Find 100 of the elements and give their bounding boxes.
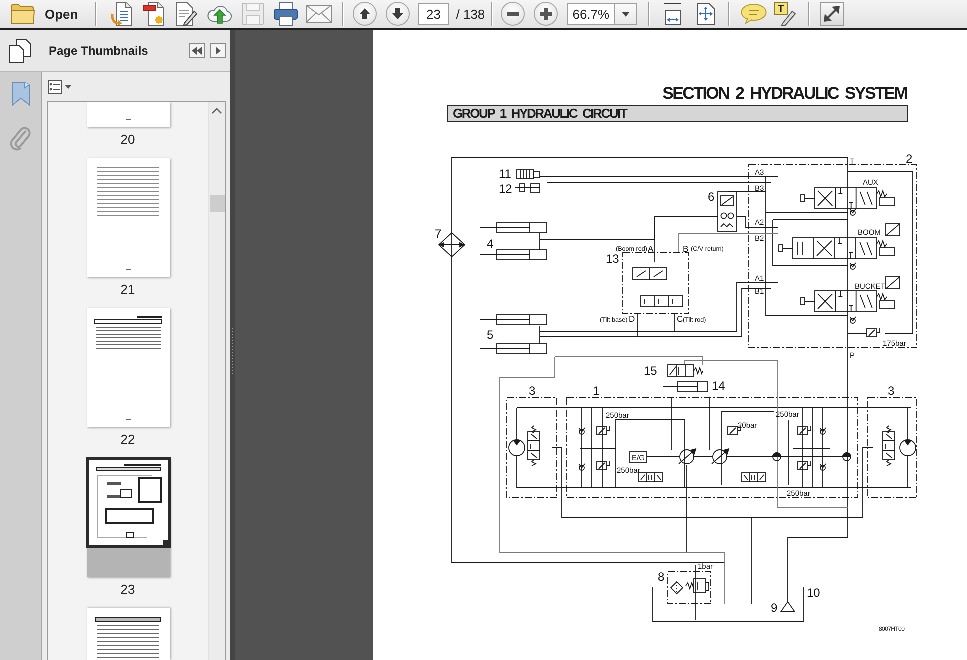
group-heading: GROUP 1 HYDRAULIC CIRCUIT — [447, 105, 908, 122]
motor-symbol — [900, 440, 916, 456]
page-number-field[interactable]: 23 — [418, 3, 450, 25]
part-number: 3 — [888, 384, 895, 398]
part-number: 2 — [906, 152, 913, 166]
valve-symbol — [638, 472, 664, 482]
port-label: B — [683, 244, 689, 254]
triangle-symbol — [780, 601, 796, 612]
list-icon — [48, 80, 62, 94]
page-width-arrows-icon — [664, 3, 682, 25]
down-arrow-icon — [392, 8, 404, 20]
panel-button[interactable] — [210, 43, 226, 58]
pump-symbol — [842, 452, 852, 462]
folder-icon — [11, 4, 35, 24]
document-gear-icon — [143, 2, 166, 26]
toolbar-button[interactable] — [695, 2, 718, 26]
hydraulic-cylinder — [480, 344, 548, 354]
relief-valve-symbol — [798, 460, 812, 470]
printer-icon — [274, 2, 298, 26]
toolbar-button[interactable] — [662, 2, 684, 26]
valve-symbol — [514, 184, 540, 194]
panel-button[interactable] — [189, 43, 205, 58]
zoom-field[interactable]: 66.7% — [567, 3, 616, 25]
part-number: 15 — [644, 364, 658, 378]
print-button[interactable] — [274, 2, 298, 26]
hydraulic-cylinder — [480, 222, 548, 234]
caret-icon — [622, 12, 630, 16]
part-number: 5 — [487, 328, 494, 342]
zoom-dropdown-button[interactable] — [615, 3, 638, 25]
zoom-in-button[interactable] — [534, 2, 558, 26]
toolbar-button[interactable] — [109, 2, 134, 26]
open-button[interactable]: Open — [8, 2, 82, 26]
part-number: 8 — [658, 570, 665, 584]
pump-symbol — [772, 452, 782, 462]
part-number: 7 — [435, 227, 442, 241]
page-arrows-icon — [697, 3, 716, 25]
hydraulic-cylinder — [662, 382, 708, 392]
part-number: 12 — [499, 182, 512, 196]
toolbar-button[interactable] — [175, 2, 200, 26]
page-thumbnail[interactable] — [86, 102, 170, 127]
zoom-out-button[interactable] — [501, 2, 526, 26]
check-valve-symbol — [578, 428, 586, 435]
scrollbar-thumb[interactable] — [210, 195, 224, 212]
page-count: / 138 — [456, 6, 486, 22]
relief-valve-symbol — [596, 426, 610, 436]
page-number-label: 20 — [120, 131, 136, 149]
valve-symbol — [668, 364, 704, 378]
variable-pump-symbol — [678, 448, 697, 464]
part-number: 3 — [529, 384, 536, 398]
check-valve-symbol — [820, 464, 826, 471]
expand-arrows-icon — [824, 6, 840, 22]
page-number-label: 23 — [120, 581, 136, 599]
speech-bubble-icon — [741, 4, 768, 24]
valve-symbol — [632, 268, 668, 280]
comment-button[interactable] — [741, 2, 768, 26]
up-arrow-icon — [359, 8, 372, 20]
hydraulic-cylinder — [480, 250, 548, 260]
part-number: 14 — [712, 379, 726, 393]
toolbar-button[interactable]: T — [773, 2, 798, 26]
filter-symbol — [670, 581, 684, 595]
minus-icon — [507, 12, 520, 16]
part-number: 1 — [593, 384, 600, 398]
page-thumbnail[interactable] — [86, 308, 170, 427]
page-thumbnail[interactable] — [86, 608, 170, 660]
full-screen-button[interactable] — [820, 2, 844, 26]
check-valve-symbol — [850, 316, 856, 324]
valve-symbol — [516, 170, 540, 180]
page-thumbnail[interactable] — [86, 458, 170, 577]
relief-valve-symbol — [686, 578, 710, 594]
page-number-label: 22 — [120, 431, 136, 449]
previous-page-button[interactable] — [353, 2, 378, 26]
part-number: 10 — [807, 586, 820, 600]
options-button[interactable] — [47, 78, 73, 94]
check-valve-symbol — [850, 208, 856, 216]
check-valve-symbol — [850, 262, 856, 270]
dash-dot-boundary — [622, 252, 690, 314]
toolbar-button[interactable] — [142, 2, 166, 26]
cloud-upload-icon — [207, 4, 234, 24]
port-label: A — [648, 244, 654, 254]
email-button[interactable] — [307, 2, 332, 26]
bookmark-icon — [12, 82, 30, 106]
port-label: D — [629, 314, 636, 324]
valve-symbol — [640, 296, 684, 308]
motor-symbol — [508, 440, 526, 456]
document-arrow-icon — [110, 2, 132, 26]
page-thumbnail[interactable] — [86, 158, 170, 277]
caret-icon — [65, 84, 72, 88]
next-page-button[interactable] — [386, 2, 410, 26]
relief-valve-symbol — [798, 426, 812, 436]
part-number: 4 — [487, 237, 494, 251]
valve-symbol — [882, 426, 896, 466]
pages-icon — [9, 38, 31, 62]
valve-symbol — [742, 472, 766, 482]
chevron-up-icon — [212, 108, 222, 114]
dash-dot-boundary — [668, 572, 712, 604]
part-number: 6 — [708, 190, 715, 204]
port-label: C — [677, 314, 684, 324]
panel-title: Page Thumbnails — [49, 44, 148, 58]
relief-valve-symbol — [596, 460, 610, 470]
relief-valve-symbol — [866, 328, 880, 338]
